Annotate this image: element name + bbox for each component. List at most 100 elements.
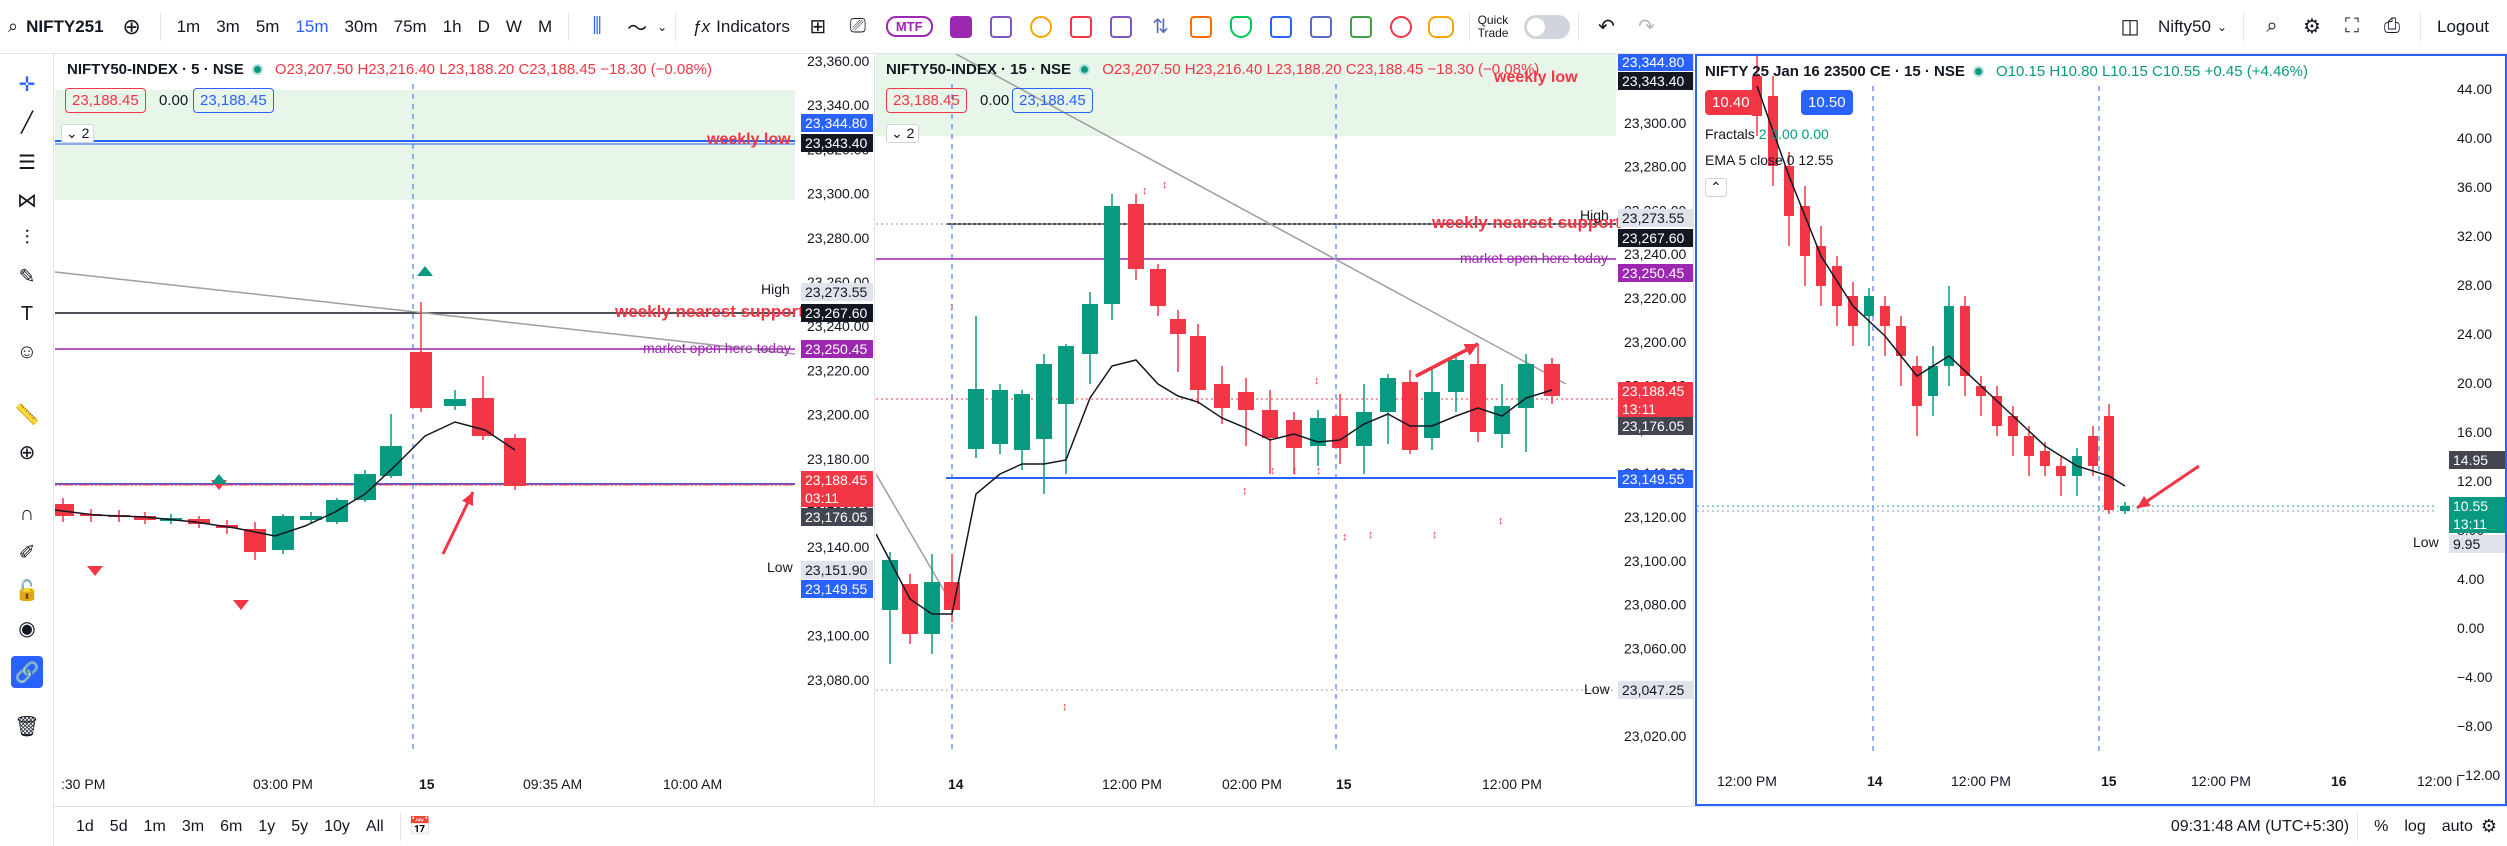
sell-button[interactable]: 10.40	[1705, 90, 1757, 115]
interval-1m[interactable]: 1m	[169, 10, 209, 44]
mtf-button[interactable]: MTF	[878, 10, 941, 44]
lock-icon[interactable]: 🔓	[11, 574, 43, 606]
pattern-icon[interactable]: ⋈	[11, 184, 43, 216]
pane-symbol[interactable]: NIFTY50-INDEX · 5 · NSE	[67, 61, 244, 78]
countdown-tag: 13:11	[1622, 401, 1656, 417]
trash-icon[interactable]: 🗑	[11, 710, 43, 742]
indicator-collapse-button[interactable]: ⌄ 2	[886, 124, 920, 143]
eye-icon[interactable]: ◉	[11, 612, 43, 644]
log-toggle[interactable]: log	[2396, 818, 2433, 836]
range-1d[interactable]: 1d	[68, 818, 102, 836]
interval-D[interactable]: D	[470, 10, 498, 44]
clock-label[interactable]: 09:31:48 AM (UTC+5:30)	[2171, 818, 2349, 836]
settings-gear-icon[interactable]: ⚙	[2481, 816, 2497, 837]
interval-5m[interactable]: 5m	[248, 10, 288, 44]
chart-box-icon[interactable]	[1341, 7, 1381, 47]
chart-pane-3[interactable]: 44.00 40.00 36.00 32.00 28.00 24.00 20.00 16.00…	[1695, 54, 2507, 806]
candles-icon[interactable]: ⫼	[577, 7, 617, 47]
symbol-search-button[interactable]: NIFTY251	[18, 10, 111, 44]
range-5y[interactable]: 5y	[283, 818, 316, 836]
line-chart-icon[interactable]: 〜	[617, 7, 657, 47]
link-icon[interactable]: 🔗	[11, 656, 43, 688]
sell-button[interactable]: 23,188.45	[886, 88, 967, 113]
exit-icon[interactable]	[1061, 7, 1101, 47]
camera-icon[interactable]: ⎙	[2372, 7, 2412, 47]
range-3m[interactable]: 3m	[174, 818, 212, 836]
crosshair-icon[interactable]: ✛	[11, 68, 43, 100]
toggle-coin-icon[interactable]	[1421, 7, 1461, 47]
range-6m[interactable]: 6m	[212, 818, 250, 836]
price-axis-label: 23,220.00	[807, 362, 869, 378]
range-10y[interactable]: 10y	[316, 818, 358, 836]
candle-body	[2088, 436, 2098, 466]
buy-button[interactable]: 10.50	[1801, 90, 1853, 115]
range-1y[interactable]: 1y	[250, 818, 283, 836]
buy-button[interactable]: 23,188.45	[1012, 88, 1093, 113]
indicator-collapse-button[interactable]: ⌃	[1705, 178, 1727, 197]
chevron-down-icon[interactable]: ⌄	[657, 20, 667, 34]
chart-canvas-2[interactable]: 23,320.0023,300.0023,280.0023,260.0023,2…	[876, 54, 1694, 806]
settings-gear-icon[interactable]: ⚙	[2292, 7, 2332, 47]
price-axis-label: 20.00	[2457, 375, 2492, 391]
coins-icon[interactable]	[1021, 7, 1061, 47]
range-5d[interactable]: 5d	[102, 818, 136, 836]
indicators-button[interactable]: ƒx Indicators	[684, 10, 798, 44]
zoom-in-icon[interactable]: ⊕	[11, 436, 43, 468]
chart-pane-1[interactable]: 23,360.0023,340.0023,320.0023,300.0023,2…	[55, 54, 875, 806]
ema-label[interactable]: EMA 5 close 0	[1705, 152, 1795, 168]
magnet-icon[interactable]: ∩	[11, 498, 43, 530]
pane-symbol[interactable]: NIFTY50-INDEX · 15 · NSE	[886, 61, 1071, 78]
horizontal-lines-icon[interactable]: ☰	[11, 146, 43, 178]
logout-button[interactable]: Logout	[2429, 10, 2497, 44]
interval-1h[interactable]: 1h	[435, 10, 470, 44]
text-icon[interactable]: T	[11, 298, 43, 330]
auto-toggle[interactable]: auto	[2434, 818, 2481, 836]
calendar-icon[interactable]: 📅	[409, 816, 431, 837]
range-All[interactable]: All	[358, 818, 392, 836]
basket-icon[interactable]	[1181, 7, 1221, 47]
fullscreen-icon[interactable]: ⛶	[2332, 7, 2372, 47]
scanner-icon[interactable]	[941, 7, 981, 47]
sell-button[interactable]: 23,188.45	[65, 88, 146, 113]
drawing-toolbar: ✛ ╱ ☰ ⋈ ⫶ ✎ T ☺ 📏 ⊕ ∩ ✐ 🔓 ◉ 🔗 🗑	[0, 54, 54, 846]
profile-icon[interactable]	[1101, 7, 1141, 47]
trend-line-icon[interactable]: ╱	[11, 106, 43, 138]
shield-check-icon[interactable]	[1221, 7, 1261, 47]
quick-search-icon[interactable]: ⌕	[2252, 7, 2292, 47]
fractals-label[interactable]: Fractals	[1705, 126, 1755, 142]
chart-pane-2[interactable]: 23,320.0023,300.0023,280.0023,260.0023,2…	[876, 54, 1694, 806]
emoji-icon[interactable]: ☺	[11, 336, 43, 368]
layout-name-button[interactable]: Nifty50 ⌄	[2150, 10, 2235, 44]
interval-30m[interactable]: 30m	[337, 10, 386, 44]
buy-button[interactable]: 23,188.45	[193, 88, 274, 113]
redo-icon[interactable]: ↷	[1627, 7, 1667, 47]
chart-canvas-1[interactable]: 23,360.0023,340.0023,320.0023,300.0023,2…	[55, 54, 875, 806]
brush-icon[interactable]: ✎	[11, 260, 43, 292]
percent-toggle[interactable]: %	[2366, 818, 2396, 836]
chart-canvas-3[interactable]: 44.00 40.00 36.00 32.00 28.00 24.00 20.00 16.00…	[1697, 56, 2505, 804]
lock-pencil-icon[interactable]: ✐	[11, 536, 43, 568]
search-icon[interactable]: ⌕	[8, 16, 18, 37]
trend-icon[interactable]	[1261, 7, 1301, 47]
quick-trade-toggle[interactable]	[1523, 14, 1570, 39]
layout-icon[interactable]: ◫	[2110, 7, 2150, 47]
options-icon[interactable]	[981, 7, 1021, 47]
indicator-collapse-button[interactable]: ⌄ 2	[61, 124, 95, 143]
interval-15m[interactable]: 15m	[287, 10, 336, 44]
undo-icon[interactable]: ↶	[1587, 7, 1627, 47]
interval-3m[interactable]: 3m	[208, 10, 248, 44]
replay-icon[interactable]: ⎚	[838, 7, 878, 47]
interval-M[interactable]: M	[530, 10, 560, 44]
pane-symbol[interactable]: NIFTY 25 Jan 16 23500 CE · 15 · NSE	[1705, 63, 1965, 80]
interval-W[interactable]: W	[498, 10, 530, 44]
fib-icon[interactable]: ⫶	[11, 222, 43, 254]
templates-icon[interactable]: ⊞	[798, 7, 838, 47]
range-1m[interactable]: 1m	[136, 818, 174, 836]
price-axis-label: 23,060.00	[1624, 640, 1686, 656]
ruler-icon[interactable]: 📏	[11, 398, 43, 430]
interval-75m[interactable]: 75m	[386, 10, 435, 44]
sort-arrows-icon[interactable]: ⇅	[1141, 7, 1181, 47]
alert-shield-icon[interactable]	[1381, 7, 1421, 47]
download-icon[interactable]	[1301, 7, 1341, 47]
compare-add-icon[interactable]: ⊕	[112, 7, 152, 47]
